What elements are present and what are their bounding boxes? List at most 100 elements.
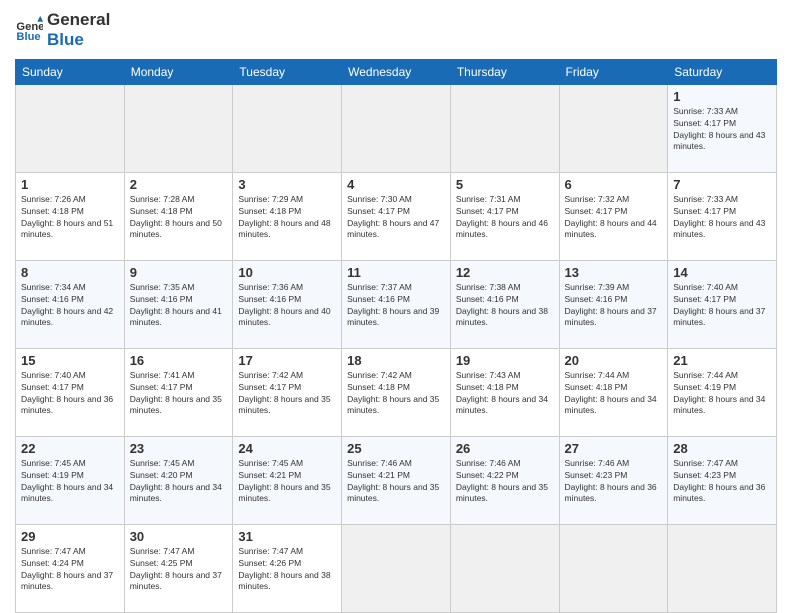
calendar-cell: 10 Sunrise: 7:36 AM Sunset: 4:16 PM Dayl…: [233, 260, 342, 348]
day-info: Sunrise: 7:29 AM Sunset: 4:18 PM Dayligh…: [238, 194, 336, 242]
day-info: Sunrise: 7:33 AM Sunset: 4:17 PM Dayligh…: [673, 106, 771, 154]
day-info: Sunrise: 7:40 AM Sunset: 4:17 PM Dayligh…: [673, 282, 771, 330]
calendar-cell: [450, 84, 559, 172]
day-info: Sunrise: 7:42 AM Sunset: 4:17 PM Dayligh…: [238, 370, 336, 418]
day-info: Sunrise: 7:46 AM Sunset: 4:23 PM Dayligh…: [565, 458, 663, 506]
calendar-cell: 4 Sunrise: 7:30 AM Sunset: 4:17 PM Dayli…: [342, 172, 451, 260]
day-number: 9: [130, 265, 228, 280]
calendar-table: SundayMondayTuesdayWednesdayThursdayFrid…: [15, 59, 777, 613]
day-info: Sunrise: 7:44 AM Sunset: 4:19 PM Dayligh…: [673, 370, 771, 418]
calendar-cell: 21 Sunrise: 7:44 AM Sunset: 4:19 PM Dayl…: [668, 348, 777, 436]
day-info: Sunrise: 7:43 AM Sunset: 4:18 PM Dayligh…: [456, 370, 554, 418]
day-info: Sunrise: 7:44 AM Sunset: 4:18 PM Dayligh…: [565, 370, 663, 418]
day-info: Sunrise: 7:47 AM Sunset: 4:23 PM Dayligh…: [673, 458, 771, 506]
calendar-cell: [233, 84, 342, 172]
calendar-cell: 5 Sunrise: 7:31 AM Sunset: 4:17 PM Dayli…: [450, 172, 559, 260]
day-number: 14: [673, 265, 771, 280]
logo-blue: Blue: [47, 30, 110, 50]
day-number: 10: [238, 265, 336, 280]
day-info: Sunrise: 7:33 AM Sunset: 4:17 PM Dayligh…: [673, 194, 771, 242]
day-info: Sunrise: 7:32 AM Sunset: 4:17 PM Dayligh…: [565, 194, 663, 242]
calendar-cell: 15 Sunrise: 7:40 AM Sunset: 4:17 PM Dayl…: [16, 348, 125, 436]
calendar-cell: 22 Sunrise: 7:45 AM Sunset: 4:19 PM Dayl…: [16, 436, 125, 524]
day-info: Sunrise: 7:45 AM Sunset: 4:21 PM Dayligh…: [238, 458, 336, 506]
calendar-cell: 1 Sunrise: 7:26 AM Sunset: 4:18 PM Dayli…: [16, 172, 125, 260]
day-number: 21: [673, 353, 771, 368]
calendar-cell: 20 Sunrise: 7:44 AM Sunset: 4:18 PM Dayl…: [559, 348, 668, 436]
day-info: Sunrise: 7:34 AM Sunset: 4:16 PM Dayligh…: [21, 282, 119, 330]
day-number: 18: [347, 353, 445, 368]
day-header-friday: Friday: [559, 59, 668, 84]
logo-general: General: [47, 10, 110, 30]
day-info: Sunrise: 7:40 AM Sunset: 4:17 PM Dayligh…: [21, 370, 119, 418]
calendar-cell: 30 Sunrise: 7:47 AM Sunset: 4:25 PM Dayl…: [124, 524, 233, 612]
calendar-cell: 29 Sunrise: 7:47 AM Sunset: 4:24 PM Dayl…: [16, 524, 125, 612]
day-number: 22: [21, 441, 119, 456]
day-number: 16: [130, 353, 228, 368]
day-number: 15: [21, 353, 119, 368]
day-number: 26: [456, 441, 554, 456]
calendar-cell: 19 Sunrise: 7:43 AM Sunset: 4:18 PM Dayl…: [450, 348, 559, 436]
calendar-body: 1 Sunrise: 7:33 AM Sunset: 4:17 PM Dayli…: [16, 84, 777, 612]
calendar-cell: 13 Sunrise: 7:39 AM Sunset: 4:16 PM Dayl…: [559, 260, 668, 348]
svg-text:Blue: Blue: [16, 31, 40, 43]
day-number: 13: [565, 265, 663, 280]
calendar-week-5: 22 Sunrise: 7:45 AM Sunset: 4:19 PM Dayl…: [16, 436, 777, 524]
calendar-cell: 9 Sunrise: 7:35 AM Sunset: 4:16 PM Dayli…: [124, 260, 233, 348]
day-info: Sunrise: 7:46 AM Sunset: 4:21 PM Dayligh…: [347, 458, 445, 506]
calendar-week-4: 15 Sunrise: 7:40 AM Sunset: 4:17 PM Dayl…: [16, 348, 777, 436]
day-number: 29: [21, 529, 119, 544]
day-info: Sunrise: 7:47 AM Sunset: 4:26 PM Dayligh…: [238, 546, 336, 594]
day-info: Sunrise: 7:47 AM Sunset: 4:25 PM Dayligh…: [130, 546, 228, 594]
calendar-cell: 24 Sunrise: 7:45 AM Sunset: 4:21 PM Dayl…: [233, 436, 342, 524]
day-number: 23: [130, 441, 228, 456]
day-number: 7: [673, 177, 771, 192]
day-number: 28: [673, 441, 771, 456]
day-info: Sunrise: 7:35 AM Sunset: 4:16 PM Dayligh…: [130, 282, 228, 330]
day-header-tuesday: Tuesday: [233, 59, 342, 84]
calendar-cell: 25 Sunrise: 7:46 AM Sunset: 4:21 PM Dayl…: [342, 436, 451, 524]
day-info: Sunrise: 7:28 AM Sunset: 4:18 PM Dayligh…: [130, 194, 228, 242]
calendar-cell: [559, 524, 668, 612]
day-number: 8: [21, 265, 119, 280]
calendar-cell: 23 Sunrise: 7:45 AM Sunset: 4:20 PM Dayl…: [124, 436, 233, 524]
calendar-cell: [342, 84, 451, 172]
calendar-cell: 28 Sunrise: 7:47 AM Sunset: 4:23 PM Dayl…: [668, 436, 777, 524]
day-header-monday: Monday: [124, 59, 233, 84]
calendar-cell: 31 Sunrise: 7:47 AM Sunset: 4:26 PM Dayl…: [233, 524, 342, 612]
calendar-cell: 18 Sunrise: 7:42 AM Sunset: 4:18 PM Dayl…: [342, 348, 451, 436]
calendar-cell: 11 Sunrise: 7:37 AM Sunset: 4:16 PM Dayl…: [342, 260, 451, 348]
logo-icon: General Blue: [15, 16, 43, 44]
day-header-saturday: Saturday: [668, 59, 777, 84]
day-number: 25: [347, 441, 445, 456]
calendar-cell: 17 Sunrise: 7:42 AM Sunset: 4:17 PM Dayl…: [233, 348, 342, 436]
header: General Blue General Blue: [15, 10, 777, 51]
calendar-cell: 6 Sunrise: 7:32 AM Sunset: 4:17 PM Dayli…: [559, 172, 668, 260]
day-info: Sunrise: 7:42 AM Sunset: 4:18 PM Dayligh…: [347, 370, 445, 418]
calendar-cell: [16, 84, 125, 172]
day-info: Sunrise: 7:30 AM Sunset: 4:17 PM Dayligh…: [347, 194, 445, 242]
day-number: 27: [565, 441, 663, 456]
calendar-cell: 16 Sunrise: 7:41 AM Sunset: 4:17 PM Dayl…: [124, 348, 233, 436]
calendar-cell: [124, 84, 233, 172]
day-number: 17: [238, 353, 336, 368]
day-info: Sunrise: 7:45 AM Sunset: 4:20 PM Dayligh…: [130, 458, 228, 506]
day-number: 2: [130, 177, 228, 192]
calendar-cell: 26 Sunrise: 7:46 AM Sunset: 4:22 PM Dayl…: [450, 436, 559, 524]
day-info: Sunrise: 7:47 AM Sunset: 4:24 PM Dayligh…: [21, 546, 119, 594]
day-info: Sunrise: 7:26 AM Sunset: 4:18 PM Dayligh…: [21, 194, 119, 242]
day-info: Sunrise: 7:37 AM Sunset: 4:16 PM Dayligh…: [347, 282, 445, 330]
day-number: 31: [238, 529, 336, 544]
calendar-week-6: 29 Sunrise: 7:47 AM Sunset: 4:24 PM Dayl…: [16, 524, 777, 612]
calendar-cell: 1 Sunrise: 7:33 AM Sunset: 4:17 PM Dayli…: [668, 84, 777, 172]
day-number: 1: [21, 177, 119, 192]
day-info: Sunrise: 7:41 AM Sunset: 4:17 PM Dayligh…: [130, 370, 228, 418]
day-info: Sunrise: 7:39 AM Sunset: 4:16 PM Dayligh…: [565, 282, 663, 330]
calendar-cell: 3 Sunrise: 7:29 AM Sunset: 4:18 PM Dayli…: [233, 172, 342, 260]
day-header-sunday: Sunday: [16, 59, 125, 84]
logo: General Blue General Blue: [15, 10, 110, 51]
day-info: Sunrise: 7:45 AM Sunset: 4:19 PM Dayligh…: [21, 458, 119, 506]
calendar-cell: 2 Sunrise: 7:28 AM Sunset: 4:18 PM Dayli…: [124, 172, 233, 260]
calendar-week-2: 1 Sunrise: 7:26 AM Sunset: 4:18 PM Dayli…: [16, 172, 777, 260]
day-number: 5: [456, 177, 554, 192]
